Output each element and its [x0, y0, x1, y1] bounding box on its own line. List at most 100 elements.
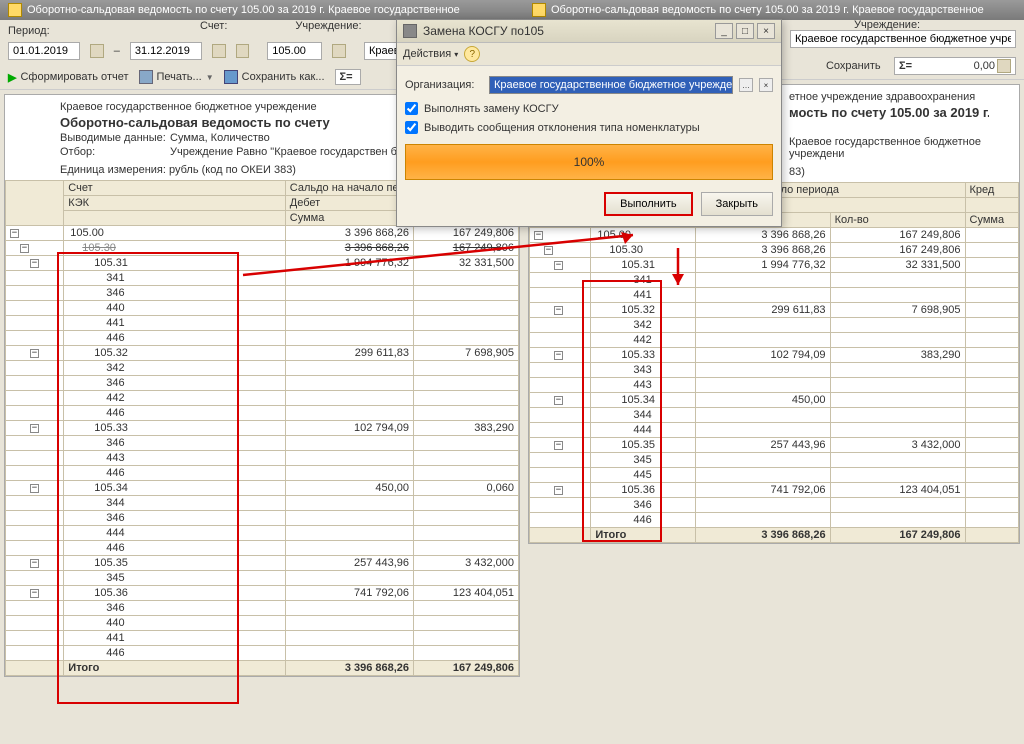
account-input[interactable]: [267, 42, 322, 60]
acct-cell: 105.32: [64, 346, 286, 361]
sel-label: Отбор:: [60, 146, 170, 158]
calc-icon[interactable]: [997, 59, 1011, 73]
tree-toggle[interactable]: −: [30, 589, 39, 598]
tree-toggle[interactable]: −: [30, 349, 39, 358]
acct-cell: 105.36: [64, 586, 286, 601]
table-row: −105.303 396 868,26167 249,806: [530, 243, 1019, 258]
qty-cell: [414, 511, 519, 526]
tree-toggle[interactable]: −: [10, 229, 19, 238]
maximize-button[interactable]: □: [736, 23, 754, 39]
sum-cell: [285, 406, 413, 421]
qty-cell: [414, 526, 519, 541]
col-kek: КЭК: [64, 196, 286, 211]
sum-cell: 299 611,83: [695, 303, 830, 318]
calendar-icon[interactable]: [90, 44, 104, 58]
qty-cell: [830, 273, 965, 288]
dialog-toolbar: Действия ▾ ?: [397, 43, 781, 66]
acct-cell: 343: [591, 363, 695, 378]
date-to-input[interactable]: [130, 42, 202, 60]
extra-cell: [965, 348, 1018, 363]
table-row: 342: [530, 318, 1019, 333]
qty-cell: 3 432,000: [414, 556, 519, 571]
extra-cell: [965, 393, 1018, 408]
checkbox-replace-kosgu[interactable]: Выполнять замену КОСГУ: [405, 102, 773, 115]
checkbox-input[interactable]: [405, 121, 418, 134]
table-row: 446: [6, 331, 519, 346]
minimize-button[interactable]: _: [715, 23, 733, 39]
calendar-icon[interactable]: [212, 44, 226, 58]
acct-cell: 105.33: [64, 421, 286, 436]
acct-cell: 105.31: [591, 258, 695, 273]
tree-toggle[interactable]: −: [554, 396, 563, 405]
table-row: −105.003 396 868,26167 249,806: [6, 226, 519, 241]
form-report-button[interactable]: ▶Сформировать отчет: [8, 71, 129, 84]
sum-cell: [285, 436, 413, 451]
qty-cell: [830, 378, 965, 393]
extra-cell: [965, 228, 1018, 243]
help-icon[interactable]: ?: [464, 46, 480, 62]
close-button[interactable]: ×: [757, 23, 775, 39]
clear-icon[interactable]: ×: [759, 78, 773, 92]
dropdown-icon[interactable]: [332, 44, 346, 58]
acct-cell: 444: [591, 423, 695, 438]
print-button[interactable]: Печать...▼: [139, 70, 214, 84]
extra-cell: [965, 483, 1018, 498]
sum-cell: [285, 286, 413, 301]
sum-indicator: Σ=: [335, 69, 361, 85]
close-dialog-button[interactable]: Закрыть: [701, 192, 773, 216]
org-field-input[interactable]: Краевое государственное бюджетное учрежд…: [489, 76, 733, 94]
checkbox-input[interactable]: [405, 102, 418, 115]
tree-toggle[interactable]: −: [30, 259, 39, 268]
acct-cell: 442: [64, 391, 286, 406]
tree-toggle[interactable]: −: [554, 486, 563, 495]
sum-indicator-right: Σ=0,00: [894, 57, 1016, 75]
table-row: −105.311 994 776,3232 331,500: [6, 256, 519, 271]
acct-cell: 105.34: [591, 393, 695, 408]
diskette-icon: [224, 70, 238, 84]
replace-kosgu-dialog: Замена КОСГУ по105 _ □ × Действия ▾ ? Ор…: [396, 19, 782, 227]
qty-cell: 32 331,500: [830, 258, 965, 273]
table-row: 345: [530, 453, 1019, 468]
acct-cell: 346: [64, 601, 286, 616]
cb2-label: Выводить сообщения отклонения типа номен…: [424, 122, 700, 134]
qty-cell: [414, 271, 519, 286]
sum-cell: [695, 333, 830, 348]
tree-toggle[interactable]: −: [554, 261, 563, 270]
qty-cell: [830, 333, 965, 348]
tree-toggle[interactable]: −: [544, 246, 553, 255]
qty-cell: [414, 646, 519, 661]
tree-toggle[interactable]: −: [554, 441, 563, 450]
tree-toggle[interactable]: −: [554, 306, 563, 315]
sum-cell: [695, 318, 830, 333]
period-picker-icon[interactable]: [236, 44, 250, 58]
acct-cell: 105.35: [64, 556, 286, 571]
save-as-button-right[interactable]: Сохранить как...: [826, 60, 884, 72]
table-row: 446: [6, 406, 519, 421]
acct-cell: 341: [591, 273, 695, 288]
unit-label: Единица измерения: рубль (код по ОКЕИ 38…: [60, 164, 296, 176]
table-row: 442: [530, 333, 1019, 348]
acct-cell: 105.30: [64, 241, 286, 256]
date-from-input[interactable]: [8, 42, 80, 60]
tree-toggle[interactable]: −: [30, 484, 39, 493]
tree-toggle[interactable]: −: [30, 424, 39, 433]
unit-label-right: 83): [789, 166, 805, 178]
tree-toggle[interactable]: −: [30, 559, 39, 568]
col-sum2: Сумма: [965, 213, 1018, 228]
dropdown-icon[interactable]: …: [739, 78, 753, 92]
sigma-icon: Σ=: [899, 60, 912, 72]
actions-menu[interactable]: Действия ▾: [403, 48, 458, 60]
checkbox-show-messages[interactable]: Выводить сообщения отклонения типа номен…: [405, 121, 773, 134]
tree-toggle[interactable]: −: [20, 244, 29, 253]
extra-cell: [965, 408, 1018, 423]
execute-button[interactable]: Выполнить: [604, 192, 692, 216]
report-title-right: мость по счету 105.00 за 2019 г.: [789, 105, 989, 120]
acct-cell: 341: [64, 271, 286, 286]
qty-cell: 7 698,905: [414, 346, 519, 361]
qty-cell: [414, 316, 519, 331]
tree-toggle[interactable]: −: [534, 231, 543, 240]
save-as-button[interactable]: Сохранить как...: [224, 70, 325, 84]
tree-toggle[interactable]: −: [554, 351, 563, 360]
org-input-right[interactable]: [790, 30, 1016, 48]
acct-cell: 346: [64, 436, 286, 451]
